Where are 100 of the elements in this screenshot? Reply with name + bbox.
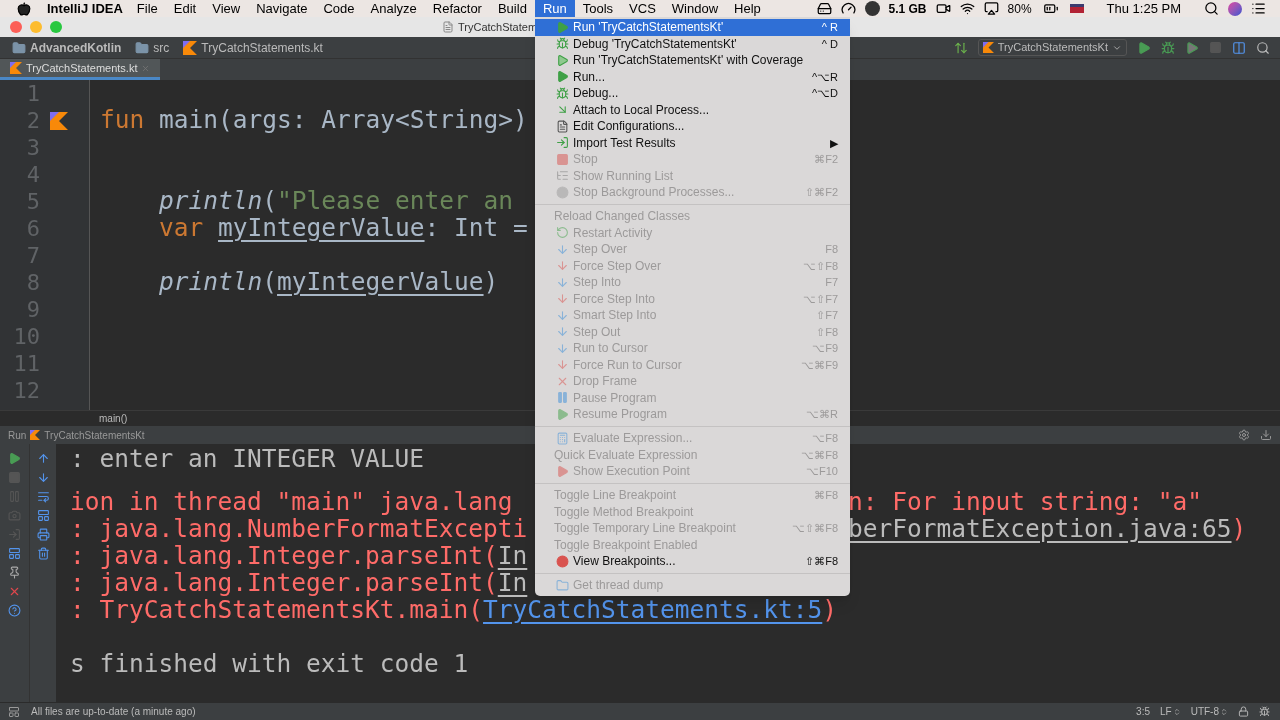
wrap-icon[interactable] [36,490,50,503]
bug-icon [556,37,569,51]
kotlin-file-icon [10,62,22,74]
menu-bar-item[interactable]: Window [663,0,727,17]
flag-icon[interactable] [1069,4,1084,13]
menu-item[interactable]: Run 'TryCatchStatementsKt' with Coverage [535,52,850,69]
menu-item-label: Evaluate Expression... [573,430,693,448]
battery-percentage[interactable]: 80% [1007,0,1032,18]
menu-item-label: Toggle Method Breakpoint [554,503,694,521]
encoding[interactable]: UTF-8 [1190,704,1219,719]
app-name[interactable]: IntelliJ IDEA [41,0,129,19]
kotlin-icon [30,430,41,440]
menu-bar-item[interactable]: Navigate [248,0,316,17]
menu-item-label: Import Test Results [573,134,676,152]
console-line: : TryCatchStatementsKt.main(TryCatchStatements.kt:5) [70,595,838,625]
wifi-icon[interactable] [959,1,975,16]
settings-icon[interactable] [1238,429,1250,441]
menu-bar-item[interactable]: Edit [165,0,205,17]
menu-item[interactable]: View Breakpoints... ⇧⌘F8 [535,553,850,570]
memory-indicator[interactable]: 5.1 GB [888,0,927,18]
arrow-down-icon [556,292,569,306]
list-icon [556,169,569,183]
menu-item-label: Show Running List [573,167,674,185]
arrow-down-icon [556,259,569,273]
breadcrumb[interactable]: TryCatchStatements.kt [201,38,323,57]
shortcut: ^ D [821,36,838,52]
panel-icon[interactable] [8,705,20,718]
list-icon[interactable] [1251,1,1266,16]
shortcut: F7 [825,275,838,290]
camera-icon[interactable] [935,1,951,16]
close-button[interactable] [10,21,22,33]
menu-item[interactable]: Import Test Results ▶ [535,134,850,151]
run-config-dropdown[interactable]: TryCatchStatementsKt [977,39,1127,56]
arrow-up-icon[interactable] [36,452,50,465]
menu-item-label: Drop Frame [573,373,637,391]
arrow-down-icon [556,341,569,355]
menu-item[interactable]: Attach to Local Process... [535,101,850,118]
stop-icon [556,152,569,166]
menu-bar-item[interactable]: Analyze [362,0,425,17]
run-icon[interactable] [1137,40,1151,55]
scroll-icon[interactable] [36,509,50,522]
rerun-icon[interactable] [8,452,21,465]
lock-icon[interactable] [1238,706,1249,717]
help-icon[interactable] [8,604,21,617]
menu-item-label: Quick Evaluate Expression [554,446,698,464]
shortcut: ⌘F8 [814,488,838,503]
line-separator[interactable]: LF [1160,704,1172,719]
shortcut: ⌥⌘R [806,407,838,422]
menu-bar-item[interactable]: File [128,0,166,17]
menu-bar-item[interactable]: Code [315,0,363,17]
clock[interactable]: Thu 1:25 PM [1106,0,1181,19]
menu-bar-item[interactable]: Help [726,0,769,17]
bug-icon[interactable] [1161,40,1175,55]
menu-item[interactable]: Run 'TryCatchStatementsKt' ^ R [535,19,850,36]
menu-bar-item[interactable]: Run [534,0,575,17]
cursor-position[interactable]: 3:5 [1136,704,1150,719]
pin-icon[interactable] [8,566,21,579]
apple-icon[interactable] [17,1,31,16]
print-icon[interactable] [36,528,50,541]
layout-icon[interactable] [1232,40,1246,55]
menu-item[interactable]: Run... ^⌥R [535,68,850,85]
menu-bar-item[interactable]: Refactor [424,0,490,17]
breadcrumb[interactable]: src [153,38,170,57]
shortcut: ⇧⌘F2 [805,185,838,200]
bug-icon [556,86,569,100]
gauge-icon[interactable] [840,1,856,16]
play-icon [556,20,569,34]
menu-bar-item[interactable]: View [204,0,249,17]
breadcrumb[interactable]: AdvancedKotlin [30,38,122,57]
layout-icon[interactable] [8,547,21,560]
coverage-icon[interactable] [1185,40,1199,55]
sort-icon[interactable] [953,40,968,55]
tab-label: TryCatchStatements.kt [26,60,138,76]
menu-item[interactable]: Debug... ^⌥D [535,85,850,102]
airplay-icon[interactable] [983,1,999,16]
menu-item-label: Debug... [573,85,619,103]
shortcut: ⌥F10 [806,464,838,479]
assistant-icon[interactable] [1228,1,1242,16]
close-icon[interactable] [8,585,21,598]
avatar-icon[interactable] [864,1,880,16]
menu-bar-item[interactable]: Tools [574,0,622,17]
menu-bar-item[interactable]: VCS [621,0,664,17]
shortcut: ⌥F8 [812,431,838,446]
drive-icon[interactable] [816,1,832,16]
inspector-icon[interactable] [1259,706,1270,717]
search-icon[interactable] [1204,1,1219,16]
shortcut: ⌥⌘F9 [801,357,838,373]
pause-icon [556,391,569,405]
menu-bar-item[interactable]: Build [489,0,535,17]
menu-item-label: Run 'TryCatchStatementsKt' [573,19,724,37]
function-breadcrumb[interactable]: main() [99,411,128,426]
menu-item-label: Attach to Local Process... [573,101,710,119]
menu-item-label: Edit Configurations... [573,118,685,136]
download-icon[interactable] [1260,429,1272,441]
arrow-down-icon[interactable] [36,471,50,484]
menu-item[interactable]: Debug 'TryCatchStatementsKt' ^ D [535,35,850,52]
trash-icon[interactable] [36,547,50,560]
arrow-down-icon [556,275,569,289]
menu-item[interactable]: Edit Configurations... [535,118,850,135]
editor-tab[interactable]: TryCatchStatements.kt [0,59,161,80]
